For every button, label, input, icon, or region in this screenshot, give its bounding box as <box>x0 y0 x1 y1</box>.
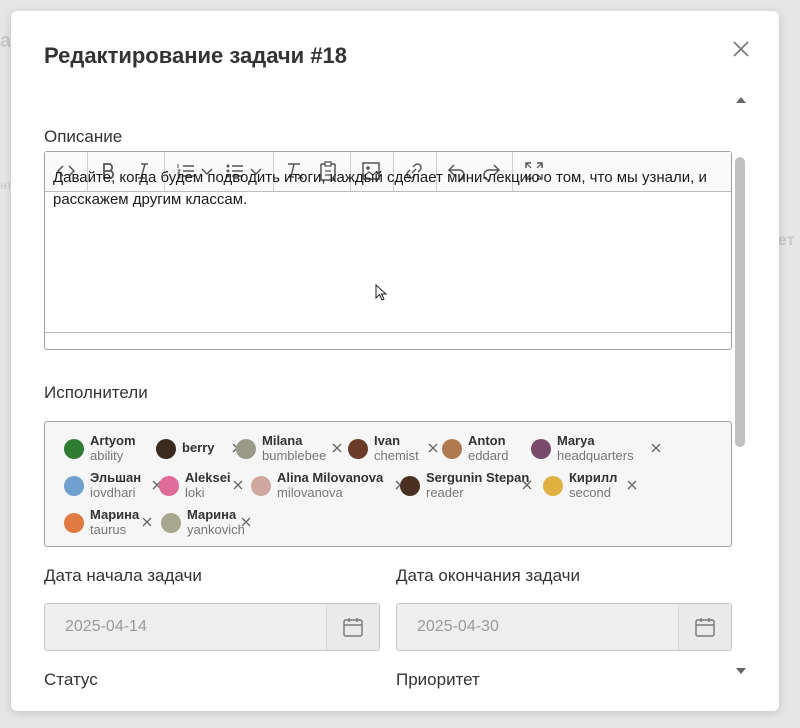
assignee-username: reader <box>426 485 464 500</box>
start-date-value: 2025-04-14 <box>65 618 147 635</box>
scroll-down-icon[interactable] <box>735 666 747 676</box>
assignee-name: Artyom <box>90 433 136 448</box>
calendar-button[interactable] <box>678 604 731 650</box>
calendar-button[interactable] <box>326 604 379 650</box>
remove-assignee-icon[interactable] <box>649 441 663 455</box>
background-text: ет <box>778 232 795 249</box>
start-date-label: Дата начала задачи <box>44 566 202 585</box>
assignee-username: eddard <box>468 448 509 463</box>
assignee-username: headquarters <box>557 448 634 463</box>
description-editor[interactable]: Давайте, когда будем подводить итоги, ка… <box>44 151 732 350</box>
avatar <box>531 439 551 459</box>
mouse-cursor-icon <box>375 284 388 301</box>
assignee-name: Эльшан <box>90 470 142 485</box>
assignee-username: taurus <box>90 522 127 537</box>
end-date-value: 2025-04-30 <box>417 618 499 635</box>
avatar <box>64 476 84 496</box>
assignee-name: Marya <box>557 433 595 448</box>
assignee-chip: Марина taurus <box>64 505 156 539</box>
assignee-username: second <box>569 485 611 500</box>
avatar <box>251 476 271 496</box>
assignee-name: Aleksei <box>185 470 231 485</box>
close-icon[interactable] <box>730 38 752 60</box>
assignee-chip: Aleksei loki <box>159 468 247 502</box>
status-label: Статус <box>44 670 98 689</box>
priority-label: Приоритет <box>396 670 480 689</box>
assignee-name: Ivan <box>374 433 401 448</box>
start-date-field[interactable]: 2025-04-14 <box>44 603 380 651</box>
assignee-name: Anton <box>468 433 506 448</box>
assignee-chip: berry <box>156 431 246 465</box>
assignee-chip: Ivan chemist <box>348 431 442 465</box>
assignee-chip: Эльшан iovdhari <box>64 468 166 502</box>
remove-assignee-icon[interactable] <box>140 515 154 529</box>
calendar-icon <box>343 618 363 637</box>
assignee-username: iovdhari <box>90 485 136 500</box>
end-date-label: Дата окончания задачи <box>396 566 581 585</box>
assignee-name: Sergunin Stepan <box>426 470 530 485</box>
assignee-name: berry <box>182 440 215 455</box>
remove-assignee-icon[interactable] <box>426 441 440 455</box>
remove-assignee-icon[interactable] <box>231 478 245 492</box>
remove-assignee-icon[interactable] <box>520 478 534 492</box>
assignee-name: Марина <box>90 507 140 522</box>
assignee-username: chemist <box>374 448 419 463</box>
assignee-username: loki <box>185 485 205 500</box>
assignee-chip: Sergunin Stepan reader <box>400 468 536 502</box>
avatar <box>156 439 176 459</box>
assignee-name: Milana <box>262 433 303 448</box>
avatar <box>400 476 420 496</box>
scrollbar-thumb[interactable] <box>735 157 745 447</box>
avatar <box>161 513 181 533</box>
assignee-username: yankovich <box>187 522 245 537</box>
remove-assignee-icon[interactable] <box>330 441 344 455</box>
avatar <box>159 476 179 496</box>
assignee-name: Кирилл <box>569 470 618 485</box>
modal-body: Описание Давайте, когда будем подводить … <box>44 109 732 711</box>
assignee-chip: Alina Milovanova milovanova <box>251 468 409 502</box>
avatar <box>442 439 462 459</box>
assignees-select[interactable]: Artyom ability berry Milana bumblebee Ivan che… <box>44 421 732 547</box>
modal-scrollbar[interactable] <box>734 93 748 679</box>
assignee-username: ability <box>90 448 124 463</box>
remove-assignee-icon[interactable] <box>239 515 253 529</box>
assignees-label: Исполнители <box>44 383 148 402</box>
avatar <box>348 439 368 459</box>
avatar <box>236 439 256 459</box>
edit-task-modal: Редактирование задачи #18 Описание Давай… <box>11 11 779 711</box>
assignee-chip: Кирилл second <box>543 468 641 502</box>
avatar <box>64 513 84 533</box>
scroll-up-icon[interactable] <box>735 95 747 105</box>
end-date-field[interactable]: 2025-04-30 <box>396 603 732 651</box>
editor-statusbar <box>45 332 731 350</box>
avatar <box>64 439 84 459</box>
assignee-chip: Marya headquarters <box>531 431 665 465</box>
description-text[interactable]: Давайте, когда будем подводить итоги, ка… <box>53 167 725 211</box>
assignee-chip: Марина yankovich <box>161 505 255 539</box>
modal-title: Редактирование задачи #18 <box>44 43 348 68</box>
calendar-icon <box>695 618 715 637</box>
assignee-chip: Milana bumblebee <box>236 431 346 465</box>
avatar <box>543 476 563 496</box>
assignee-username: milovanova <box>277 485 343 500</box>
assignee-name: Alina Milovanova <box>277 470 384 485</box>
remove-assignee-icon[interactable] <box>625 478 639 492</box>
assignee-username: bumblebee <box>262 448 327 463</box>
assignee-name: Марина <box>187 507 237 522</box>
description-label: Описание <box>44 127 123 146</box>
